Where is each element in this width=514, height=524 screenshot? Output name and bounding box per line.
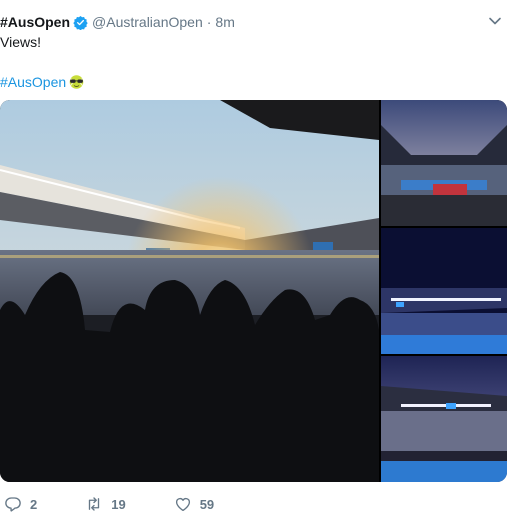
photo-stadium-sunset[interactable] — [0, 100, 379, 482]
like-count: 59 — [199, 496, 215, 512]
heart-icon — [175, 497, 190, 512]
photo-stadium-evening-court[interactable] — [381, 356, 507, 482]
photo-grid — [0, 100, 507, 482]
reply-count: 2 — [30, 496, 38, 512]
tweet-card: #AusOpen @AustralianOpen · 8m Views! #Au… — [0, 0, 514, 524]
reply-icon — [5, 497, 21, 512]
tweet-actions: 2 19 59 — [0, 492, 214, 516]
photo-stadium-night-lights[interactable] — [381, 228, 507, 354]
retweet-button[interactable]: 19 — [85, 495, 126, 513]
photo-stadium-sunset-image — [0, 100, 379, 482]
photo-stadium-evening-court-image — [381, 356, 507, 482]
hashtag-link[interactable]: #AusOpen — [0, 73, 66, 91]
tweet-text: Views! — [0, 34, 41, 50]
author-display-name[interactable]: #AusOpen — [0, 14, 70, 30]
photo-stadium-roof-dusk[interactable] — [381, 100, 507, 226]
reply-button[interactable]: 2 — [4, 495, 37, 513]
retweet-icon — [89, 497, 100, 511]
photo-stadium-night-lights-image — [381, 228, 507, 354]
separator-dot: · — [206, 14, 212, 30]
tweet-header: #AusOpen @AustralianOpen · 8m — [0, 12, 235, 32]
tweet-timestamp[interactable]: 8m — [215, 14, 234, 30]
tweet-hashtag-line: #AusOpen — [0, 73, 85, 91]
chevron-down-icon[interactable] — [488, 14, 502, 28]
photo-stadium-roof-dusk-image — [381, 100, 507, 226]
tennis-ball-sunglasses-emoji-icon — [69, 75, 84, 89]
like-button[interactable]: 59 — [174, 495, 214, 513]
retweet-count: 19 — [111, 496, 126, 512]
verified-badge-icon — [73, 15, 88, 30]
author-handle[interactable]: @AustralianOpen — [92, 14, 203, 30]
